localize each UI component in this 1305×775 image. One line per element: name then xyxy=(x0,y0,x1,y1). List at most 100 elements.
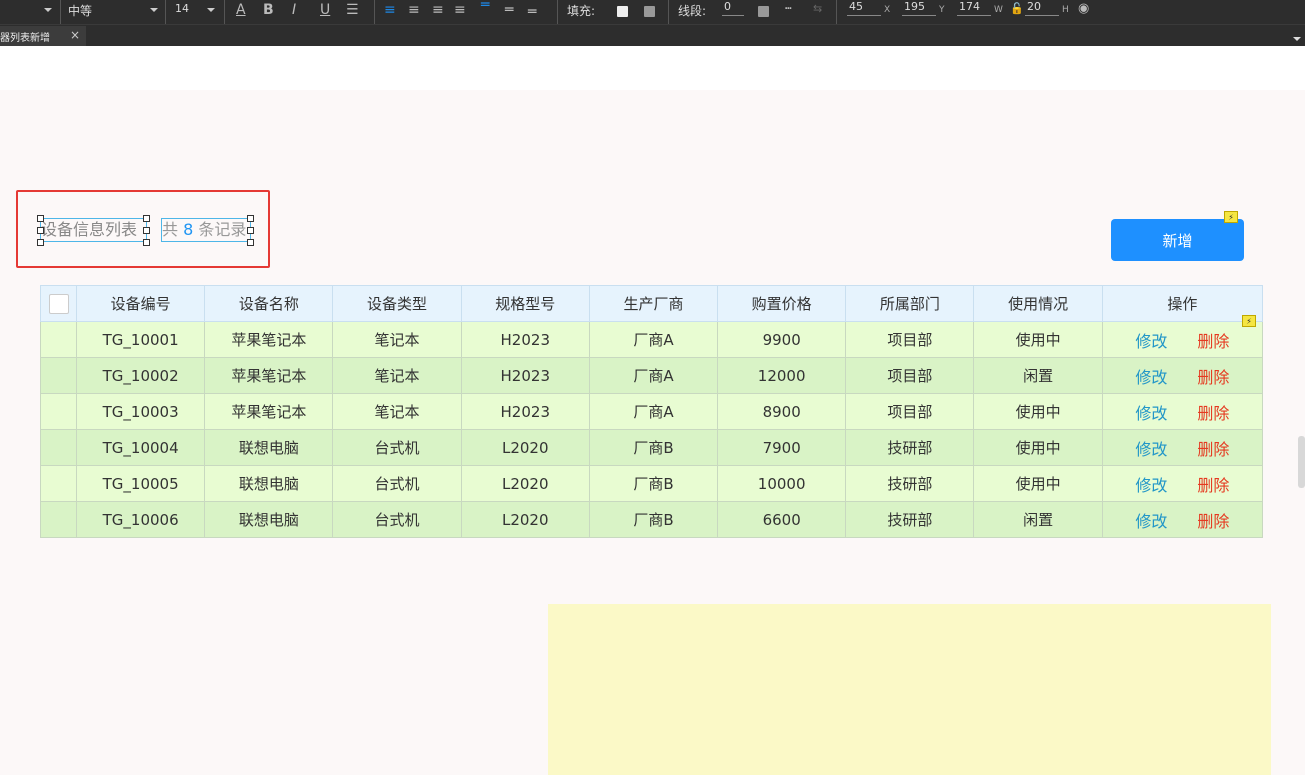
font-weight-select[interactable]: 中等 xyxy=(68,2,92,19)
edit-link[interactable]: 修改 xyxy=(1135,368,1167,387)
close-icon[interactable]: × xyxy=(70,28,80,42)
tab-bar: 器列表新增 × xyxy=(0,24,1305,46)
align-left-icon[interactable]: ≡ xyxy=(384,2,396,18)
stroke-end-icon[interactable]: ⇆ xyxy=(813,2,822,15)
italic-icon[interactable]: I xyxy=(292,2,296,18)
chevron-down-icon[interactable] xyxy=(207,8,215,12)
table-cell: 8900 xyxy=(717,393,847,430)
row-select-cell[interactable] xyxy=(39,321,78,358)
row-select-cell[interactable] xyxy=(39,429,78,466)
actions-cell: 修改 删除 xyxy=(1101,321,1264,358)
edit-link[interactable]: 修改 xyxy=(1135,512,1167,531)
delete-link[interactable]: 删除 xyxy=(1197,440,1229,459)
table-cell: 项目部 xyxy=(845,357,975,394)
x-input[interactable]: 45 xyxy=(847,0,881,16)
stroke-color-icon[interactable] xyxy=(758,6,769,17)
table-cell: 项目部 xyxy=(845,393,975,430)
resize-handle[interactable] xyxy=(247,215,254,222)
column-header: 规格型号 xyxy=(460,285,590,322)
lock-icon[interactable]: 🔓 xyxy=(1010,2,1024,15)
x-label: X xyxy=(884,5,891,15)
device-table: 设备编号 设备名称 设备类型 规格型号 生产厂商 购置价格 所属部门 使用情况 … xyxy=(39,285,1264,538)
delete-link[interactable]: 删除 xyxy=(1197,368,1229,387)
resize-handle[interactable] xyxy=(247,227,254,234)
list-title-text: 设备信息列表 xyxy=(41,220,138,239)
edit-link[interactable]: 修改 xyxy=(1135,404,1167,423)
edit-link[interactable]: 修改 xyxy=(1135,476,1167,495)
resize-handle[interactable] xyxy=(143,239,150,246)
underline-icon[interactable]: U xyxy=(320,2,330,18)
delete-link[interactable]: 删除 xyxy=(1197,512,1229,531)
table-cell: 厂商B xyxy=(588,429,719,466)
table-cell: 台式机 xyxy=(332,465,462,502)
table-cell: 台式机 xyxy=(332,429,462,466)
align-justify-icon[interactable]: ≡ xyxy=(454,2,466,18)
delete-link[interactable]: 删除 xyxy=(1197,476,1229,495)
row-select-cell[interactable] xyxy=(39,501,78,538)
table-row: TG_10006 联想电脑 台式机 L2020 厂商B 6600 技研部 闲置 … xyxy=(39,501,1264,538)
add-button[interactable]: 新增 xyxy=(1111,219,1244,261)
edit-link[interactable]: 修改 xyxy=(1135,440,1167,459)
align-right-icon[interactable]: ≡ xyxy=(432,2,444,18)
list-title[interactable]: 设备信息列表 xyxy=(40,218,147,242)
resize-handle[interactable] xyxy=(37,215,44,222)
edit-link[interactable]: 修改 xyxy=(1135,332,1167,351)
y-input[interactable]: 195 xyxy=(902,0,936,16)
resize-handle[interactable] xyxy=(37,239,44,246)
tab-list-dropdown-icon[interactable] xyxy=(1293,37,1301,41)
interaction-flash-icon[interactable]: ⚡ xyxy=(1224,211,1238,223)
resize-handle[interactable] xyxy=(37,227,44,234)
sticky-note[interactable] xyxy=(548,604,1271,775)
font-color-icon[interactable]: A xyxy=(236,2,246,18)
row-select-cell[interactable] xyxy=(39,357,78,394)
actions-cell: 修改 删除 xyxy=(1101,393,1264,430)
column-header: 设备名称 xyxy=(204,285,334,322)
row-select-cell[interactable] xyxy=(39,393,78,430)
chevron-down-icon[interactable] xyxy=(150,8,158,12)
delete-link[interactable]: 删除 xyxy=(1197,332,1229,351)
actions-cell: 修改 删除 xyxy=(1101,465,1264,502)
record-count[interactable]: 共 8 条记录 xyxy=(161,218,251,242)
valign-bottom-icon[interactable]: ═ xyxy=(528,4,536,20)
eye-icon[interactable]: ◉ xyxy=(1078,1,1089,16)
table-cell: 12000 xyxy=(717,357,847,394)
height-input[interactable]: 20 xyxy=(1025,0,1059,16)
resize-handle[interactable] xyxy=(143,215,150,222)
table-cell: 闲置 xyxy=(973,357,1103,394)
resize-handle[interactable] xyxy=(143,227,150,234)
valign-top-icon[interactable]: ═ xyxy=(481,0,489,13)
fill-none-icon[interactable] xyxy=(617,6,628,17)
row-select-cell[interactable] xyxy=(39,465,78,502)
tab-device-list-add[interactable]: 器列表新增 × xyxy=(0,26,86,46)
delete-link[interactable]: 删除 xyxy=(1197,404,1229,423)
font-size-select[interactable]: 14 xyxy=(175,2,189,15)
table-cell: 项目部 xyxy=(845,321,975,358)
table-row: TG_10001 苹果笔记本 笔记本 H2023 厂商A 9900 项目部 使用… xyxy=(39,321,1264,358)
table-cell: 技研部 xyxy=(845,501,975,538)
table-cell: 笔记本 xyxy=(332,393,462,430)
stroke-style-icon[interactable]: ┅ xyxy=(785,2,792,15)
table-cell: H2023 xyxy=(460,357,590,394)
align-center-icon[interactable]: ≡ xyxy=(408,2,420,18)
vertical-scrollbar[interactable] xyxy=(1298,436,1305,488)
table-cell: 联想电脑 xyxy=(204,501,334,538)
fill-color-icon[interactable] xyxy=(644,6,655,17)
table-cell: 苹果笔记本 xyxy=(204,393,334,430)
stroke-width-input[interactable]: 0 xyxy=(722,0,744,16)
column-header: 购置价格 xyxy=(717,285,847,322)
resize-handle[interactable] xyxy=(247,239,254,246)
list-icon[interactable]: ☰ xyxy=(346,2,359,18)
interaction-flash-icon[interactable]: ⚡ xyxy=(1242,315,1256,327)
valign-middle-icon[interactable]: ═ xyxy=(505,2,513,18)
column-header: 操作 xyxy=(1101,285,1264,322)
table-cell: TG_10004 xyxy=(76,429,206,466)
h-label: H xyxy=(1062,5,1069,15)
chevron-down-icon[interactable] xyxy=(44,8,52,12)
table-cell: 笔记本 xyxy=(332,321,462,358)
select-all-cell xyxy=(39,285,78,322)
table-cell: 闲置 xyxy=(973,501,1103,538)
width-input[interactable]: 174 xyxy=(957,0,991,16)
select-all-checkbox[interactable] xyxy=(48,293,69,314)
bold-icon[interactable]: B xyxy=(263,2,274,18)
toolbar: 中等 14 A B I U ☰ ≡ ≡ ≡ ≡ ═ ═ ═ 填充: 线段: 0 … xyxy=(0,0,1305,24)
